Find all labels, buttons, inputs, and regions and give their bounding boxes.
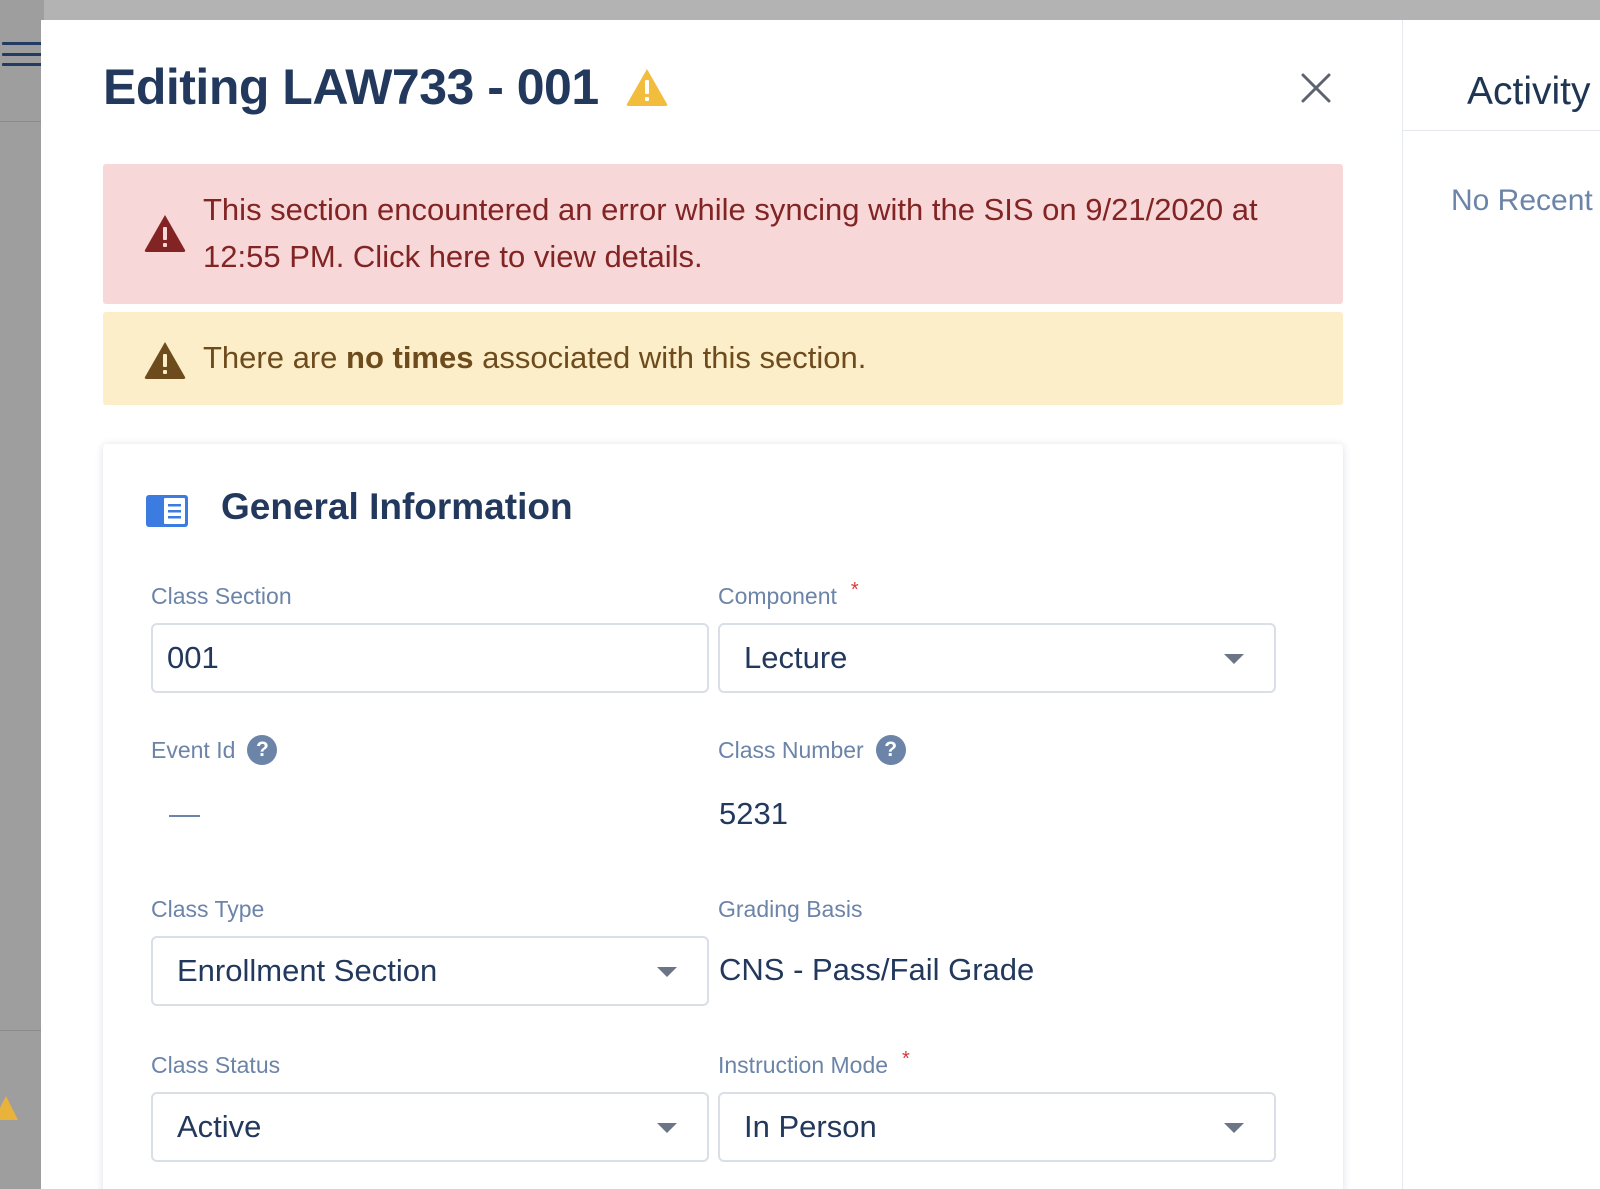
sync-error-alert[interactable]: This section encountered an error while … (103, 164, 1343, 304)
edit-section-modal: Editing LAW733 - 001 This section encoun… (41, 20, 1402, 1189)
hamburger-menu-icon[interactable] (2, 42, 42, 66)
class-number-label-text: Class Number (718, 736, 864, 763)
help-icon[interactable]: ? (247, 735, 278, 765)
instruction-mode-label-text: Instruction Mode (718, 1052, 889, 1078)
sync-error-text[interactable]: This section encountered an error while … (203, 186, 1283, 280)
activity-title: Activity (1467, 70, 1591, 113)
warning-text-bold: no times (346, 340, 474, 375)
chevron-down-icon (657, 967, 677, 977)
class-status-label: Class Status (151, 1052, 280, 1079)
class-section-input-box[interactable] (151, 623, 709, 693)
grading-basis-label-text: Grading Basis (718, 896, 863, 922)
component-select[interactable]: Lecture (718, 623, 1276, 693)
activity-divider (1403, 130, 1600, 131)
class-status-label-text: Class Status (151, 1052, 281, 1078)
background-page (0, 0, 44, 1189)
grading-basis-label: Grading Basis (718, 896, 862, 923)
background-divider (0, 121, 44, 122)
class-section-input[interactable] (167, 625, 687, 691)
help-icon[interactable]: ? (875, 735, 906, 765)
no-times-warning-alert: There are no times associated with this … (103, 312, 1343, 405)
component-select-value: Lecture (744, 640, 848, 675)
warning-icon (626, 69, 668, 106)
class-section-label: Class Section (151, 583, 292, 610)
card-title: General Information (221, 486, 573, 527)
chevron-down-icon (1224, 1123, 1244, 1133)
instruction-mode-select[interactable]: In Person (718, 1092, 1276, 1162)
class-number-label: Class Number ? (718, 735, 906, 765)
chevron-down-icon (657, 1123, 677, 1133)
alert-triangle-icon (144, 342, 186, 379)
class-number-value: 5231 (719, 796, 788, 831)
general-information-card: General Information Class Section Compon… (103, 444, 1343, 1189)
event-id-label-text: Event Id (151, 736, 236, 763)
no-times-warning-text: There are no times associated with this … (203, 334, 1283, 381)
info-card-icon (146, 495, 188, 527)
instruction-mode-label: Instruction Mode * (718, 1048, 910, 1079)
chevron-down-icon (1224, 654, 1244, 664)
background-divider (0, 1030, 44, 1031)
component-label-text: Component (718, 583, 837, 609)
warning-text-suffix: associated with this section. (473, 340, 867, 375)
close-icon[interactable] (1298, 70, 1334, 106)
activity-empty-text: No Recent (1451, 184, 1593, 217)
component-label: Component * (718, 579, 859, 610)
class-status-select[interactable]: Active (151, 1092, 709, 1162)
modal-title: Editing LAW733 - 001 (103, 59, 599, 115)
class-type-select-value: Enrollment Section (177, 953, 438, 988)
required-marker: * (850, 579, 859, 601)
activity-panel: Activity No Recent (1402, 20, 1600, 1189)
event-id-value: — (169, 796, 200, 831)
class-type-label: Class Type (151, 896, 264, 923)
background-warning-icon (0, 1096, 18, 1120)
class-type-label-text: Class Type (151, 896, 265, 922)
warning-text-prefix: There are (203, 340, 347, 375)
required-marker: * (902, 1048, 910, 1070)
instruction-mode-select-value: In Person (744, 1109, 877, 1144)
event-id-label: Event Id ? (151, 735, 278, 765)
class-section-label-text: Class Section (151, 583, 292, 609)
class-type-select[interactable]: Enrollment Section (151, 936, 709, 1006)
grading-basis-value: CNS - Pass/Fail Grade (719, 952, 1035, 987)
class-status-select-value: Active (177, 1109, 262, 1144)
alert-triangle-icon (144, 215, 186, 252)
